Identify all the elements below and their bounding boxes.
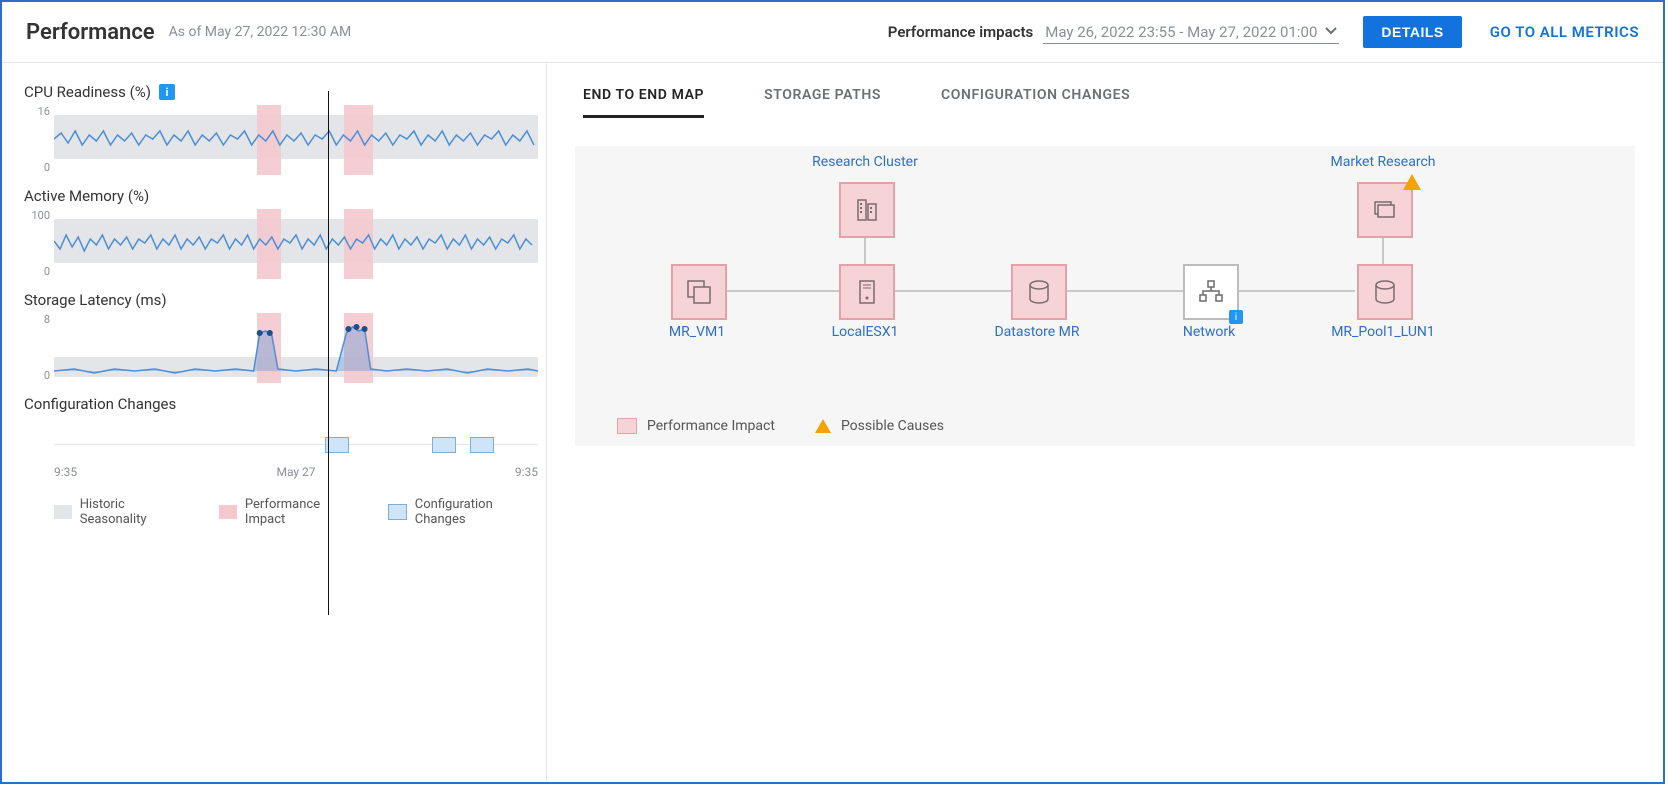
datastore-icon — [1026, 278, 1052, 306]
config-change-marker[interactable] — [432, 437, 456, 453]
cluster-label[interactable]: Research Cluster — [812, 154, 918, 170]
charts-legend: Historic Seasonality Performance Impact … — [54, 497, 538, 527]
node-caption-datastore[interactable]: Datastore MR — [994, 324, 1079, 340]
node-caption-network[interactable]: Network — [1183, 324, 1235, 340]
baseline — [54, 444, 538, 445]
chart-title-text: Configuration Changes — [24, 395, 176, 413]
y-tick-bottom: 0 — [24, 161, 50, 174]
header: Performance As of May 27, 2022 12:30 AM … — [2, 2, 1663, 63]
server-icon — [854, 278, 880, 306]
series-line — [54, 209, 538, 279]
legend-text: Historic Seasonality — [80, 497, 193, 527]
charts-panel: CPU Readiness (%) i 16 0 Active Memory — [2, 63, 547, 781]
tab-storage-paths[interactable]: STORAGE PATHS — [764, 87, 881, 118]
node-cluster[interactable] — [839, 182, 895, 238]
series-line — [54, 105, 538, 175]
node-vm[interactable] — [671, 264, 727, 320]
node-caption-vm[interactable]: MR_VM1 — [669, 324, 725, 340]
x-axis: 9:35 May 27 9:35 — [54, 465, 538, 479]
connector — [891, 290, 1011, 292]
stack-icon — [1371, 196, 1399, 224]
building-icon — [853, 196, 881, 224]
node-datastore[interactable] — [1011, 264, 1067, 320]
network-icon — [1197, 279, 1225, 305]
connector — [1382, 234, 1384, 264]
node-caption-lun[interactable]: MR_Pool1_LUN1 — [1331, 324, 1435, 340]
chart-storage-latency: Storage Latency (ms) 8 0 — [24, 291, 538, 383]
legend-text: Configuration Changes — [415, 497, 538, 527]
node-network[interactable]: i — [1183, 264, 1239, 320]
chart-plot[interactable] — [54, 105, 538, 175]
tab-end-to-end-map[interactable]: END TO END MAP — [583, 87, 704, 118]
y-tick-top: 16 — [24, 105, 50, 118]
legend-text: Performance Impact — [245, 497, 362, 527]
legend-item-causes: Possible Causes — [815, 418, 944, 434]
y-tick-bottom: 0 — [24, 265, 50, 278]
chart-title-text: CPU Readiness (%) — [24, 83, 151, 101]
impacts-range-text: May 26, 2022 23:55 - May 27, 2022 01:00 — [1045, 23, 1317, 41]
y-tick-top: 8 — [24, 313, 50, 326]
node-caption-esx[interactable]: LocalESX1 — [832, 324, 899, 340]
vm-icon — [685, 278, 713, 306]
chart-title-text: Active Memory (%) — [24, 187, 149, 205]
y-tick-top: 100 — [24, 209, 50, 222]
connector — [864, 234, 866, 264]
swatch-icon — [54, 505, 72, 519]
y-tick-bottom: 0 — [24, 369, 50, 382]
swatch-icon — [617, 418, 637, 434]
as-of-timestamp: As of May 27, 2022 12:30 AM — [169, 24, 352, 40]
node-lun[interactable] — [1357, 264, 1413, 320]
chart-plot[interactable] — [54, 209, 538, 279]
node-esx[interactable] — [839, 264, 895, 320]
chart-plot[interactable] — [54, 431, 538, 461]
warning-icon — [1403, 174, 1421, 190]
lun-icon — [1372, 278, 1398, 306]
connector — [1065, 290, 1183, 292]
chart-plot[interactable] — [54, 313, 538, 383]
legend-text: Possible Causes — [841, 418, 944, 434]
swatch-icon — [219, 505, 237, 519]
node-market-research[interactable] — [1357, 182, 1413, 238]
go-to-all-metrics-link[interactable]: GO TO ALL METRICS — [1490, 23, 1639, 41]
warning-icon — [815, 419, 831, 433]
connector — [723, 290, 839, 292]
info-icon[interactable]: i — [159, 84, 175, 100]
tab-configuration-changes[interactable]: CONFIGURATION CHANGES — [941, 87, 1130, 118]
impacts-range-dropdown[interactable]: May 26, 2022 23:55 - May 27, 2022 01:00 — [1043, 21, 1339, 44]
swatch-icon — [388, 504, 407, 520]
page-title: Performance — [26, 20, 155, 45]
legend-item-impact: Performance Impact — [219, 497, 362, 527]
info-icon: i — [1229, 310, 1243, 324]
detail-panel: END TO END MAP STORAGE PATHS CONFIGURATI… — [547, 63, 1663, 781]
market-label[interactable]: Market Research — [1331, 154, 1436, 170]
connector — [1237, 290, 1355, 292]
chart-title-text: Storage Latency (ms) — [24, 291, 167, 309]
chevron-down-icon — [1325, 23, 1337, 41]
legend-item-config: Configuration Changes — [388, 497, 538, 527]
config-change-marker[interactable] — [470, 437, 494, 453]
legend-text: Performance Impact — [647, 418, 775, 434]
legend-item-impact: Performance Impact — [617, 418, 775, 434]
x-tick: May 27 — [276, 465, 315, 479]
legend-item-historic: Historic Seasonality — [54, 497, 193, 527]
chart-configuration-changes: Configuration Changes 9:35 May 27 9:35 — [24, 395, 538, 479]
x-tick: 9:35 — [54, 465, 77, 479]
impacts-label: Performance impacts — [888, 23, 1033, 41]
details-button[interactable]: DETAILS — [1363, 16, 1461, 48]
series-line — [54, 313, 538, 383]
tabs: END TO END MAP STORAGE PATHS CONFIGURATI… — [547, 63, 1663, 118]
chart-cpu-readiness: CPU Readiness (%) i 16 0 — [24, 83, 538, 175]
x-tick: 9:35 — [515, 465, 538, 479]
time-cursor[interactable] — [328, 91, 329, 615]
topology-canvas: Research Cluster Market Research — [575, 146, 1635, 446]
chart-active-memory: Active Memory (%) 100 0 — [24, 187, 538, 279]
topology-legend: Performance Impact Possible Causes — [617, 418, 944, 434]
